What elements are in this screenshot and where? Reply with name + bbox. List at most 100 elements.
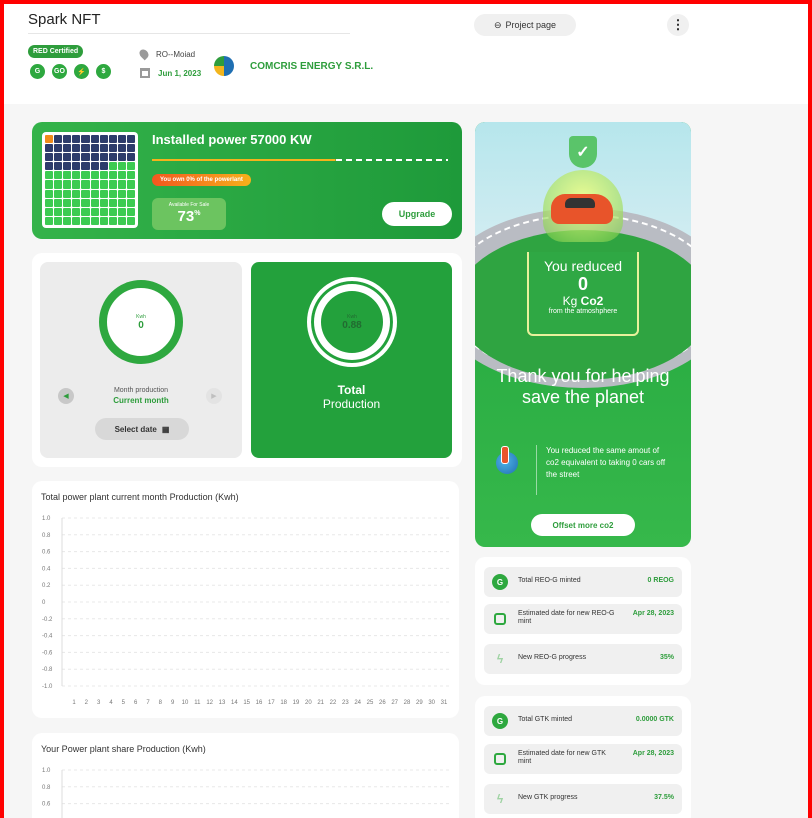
month-production-label: Month production	[113, 387, 169, 394]
x-tick-label: 29	[416, 700, 423, 706]
installed-power-title: Installed power 57000 KW	[152, 132, 312, 147]
x-tick-label: 20	[305, 700, 312, 706]
share-production-chart: 1.0 0.8 0.6	[42, 768, 452, 818]
location: RO--Moiad	[137, 47, 195, 61]
gtk-progress-label: New GTK progress	[518, 794, 578, 801]
y-tick-label: 0.6	[42, 802, 51, 808]
available-value: 73%	[177, 208, 201, 225]
gtk-progress-row: ϟ New GTK progress 37.5%	[484, 784, 682, 814]
x-tick-label: 3	[97, 700, 101, 706]
title-divider	[28, 33, 350, 34]
reduced-label: You reduced	[543, 258, 623, 274]
dollar-icon: $	[96, 64, 111, 79]
company-logo	[214, 56, 234, 76]
total-production-ring: Kwh 0.88	[307, 277, 397, 367]
x-tick-label: 13	[219, 700, 226, 706]
shield-check-icon: ✓	[569, 136, 597, 168]
company-name[interactable]: COMCRIS ENERGY S.R.L.	[250, 61, 373, 72]
reduced-value: 0	[577, 274, 588, 294]
y-tick-label: 0.4	[42, 566, 51, 572]
red-certified-badge: RED Certified	[28, 45, 84, 58]
x-tick-label: 27	[391, 700, 398, 706]
divider	[536, 445, 537, 495]
x-tick-label: 14	[231, 700, 238, 706]
x-tick-label: 31	[441, 700, 448, 706]
bolt-icon: ϟ	[496, 652, 504, 666]
gtk-progress-value: 37.5%	[654, 794, 674, 801]
calendar-icon: ▦	[161, 424, 170, 434]
select-date-button[interactable]: Select date ▦	[95, 418, 189, 440]
monthly-production-chart: 1.00.80.60.40.20-0.2-0.4-0.6-0.8-1.01 2 3 4…	[42, 516, 452, 706]
reog-progress-label: New REO-G progress	[518, 654, 587, 661]
reduced-unit: Kg Co2	[562, 294, 604, 308]
reog-estimate-row: Estimated date for new REO-G mint Apr 28…	[484, 604, 682, 634]
gtk-estimate-label: Estimated date for new GTK mint	[518, 750, 606, 765]
reog-icon: G	[30, 64, 45, 79]
reduced-sub: from the atmoshphere	[548, 308, 618, 315]
bolt-icon: ⚡	[74, 64, 89, 79]
chart-title: Total power plant current month Producti…	[41, 492, 239, 502]
globe-thermometer-icon	[496, 446, 518, 474]
x-tick-label: 10	[182, 700, 189, 706]
reog-progress-value: 35%	[659, 654, 674, 661]
x-tick-label: 16	[256, 700, 263, 706]
x-tick-label: 2	[85, 700, 89, 706]
x-tick-label: 12	[206, 700, 213, 706]
upgrade-button[interactable]: Upgrade	[382, 202, 452, 226]
co2-reduced-box: You reduced 0 Kg Co2 from the atmoshpher…	[527, 252, 639, 336]
gtk-total-label: Total GTK minted	[518, 716, 573, 723]
go-icon: GO	[52, 64, 67, 79]
top-bar	[4, 4, 812, 104]
previous-month-button[interactable]: ◀	[58, 388, 74, 404]
reog-estimate-label: Estimated date for new REO-G mint	[518, 610, 615, 625]
x-tick-label: 23	[342, 700, 349, 706]
x-tick-label: 19	[293, 700, 300, 706]
gtk-total-value: 0.0000 GTK	[635, 716, 674, 723]
x-tick-label: 9	[171, 700, 175, 706]
reog-total-value: 0 REOG	[647, 577, 674, 584]
more-options-button[interactable]: ⋮	[667, 14, 689, 36]
x-tick-label: 21	[317, 700, 324, 706]
y-tick-label: -0.6	[42, 650, 53, 656]
date-text: Jun 1, 2023	[158, 68, 202, 78]
y-tick-label: 1.0	[42, 516, 51, 522]
y-tick-label: -1.0	[42, 684, 53, 690]
x-tick-label: 8	[159, 700, 163, 706]
project-page-button[interactable]: ⊖ Project page	[474, 14, 576, 36]
x-tick-label: 11	[194, 700, 201, 706]
gtk-estimate-value: Apr 28, 2023	[632, 750, 674, 757]
y-tick-label: -0.2	[42, 617, 53, 623]
x-tick-label: 24	[354, 700, 361, 706]
x-tick-label: 22	[330, 700, 337, 706]
y-tick-label: 0.8	[42, 533, 51, 539]
y-tick-label: 0	[42, 600, 46, 606]
available-for-sale-box: Available For Sale 73%	[152, 198, 226, 230]
bolt-icon: ϟ	[496, 792, 504, 806]
reog-icon: G	[492, 574, 508, 590]
y-tick-label: 0.2	[42, 583, 51, 589]
gtk-total-row: G Total GTK minted 0.0000 GTK	[484, 706, 682, 736]
chart-title: Your Power plant share Production (Kwh)	[41, 744, 206, 754]
offset-co2-button[interactable]: Offset more co2	[531, 514, 635, 536]
next-month-button[interactable]: ▶	[206, 388, 222, 404]
gtk-icon: G	[492, 713, 508, 729]
cars-equivalent-text: You reduced the same amout of co2 equiva…	[546, 446, 666, 479]
y-tick-label: 1.0	[42, 768, 51, 774]
installed-power-card: Installed power 57000 KW You own 0% of t…	[32, 122, 462, 239]
calendar-icon	[494, 753, 506, 765]
page-title: Spark NFT	[28, 11, 101, 28]
ownership-progress-line	[152, 159, 448, 161]
solar-panel-grid	[42, 132, 138, 228]
thank-you-message: Thank you for helping save the planet	[496, 366, 670, 407]
reog-progress-row: ϟ New REO-G progress 35%	[484, 644, 682, 674]
x-tick-label: 4	[109, 700, 113, 706]
total-production-label: Total Production	[322, 383, 381, 411]
reog-total-row: G Total REO-G minted 0 REOG	[484, 567, 682, 597]
x-tick-label: 30	[428, 700, 435, 706]
calendar-icon	[140, 68, 150, 78]
month-value: 0	[138, 319, 144, 331]
link-icon: ⊖	[493, 19, 502, 30]
y-tick-label: -0.8	[42, 667, 53, 673]
x-tick-label: 6	[134, 700, 138, 706]
current-month-label: Current month	[113, 396, 169, 405]
